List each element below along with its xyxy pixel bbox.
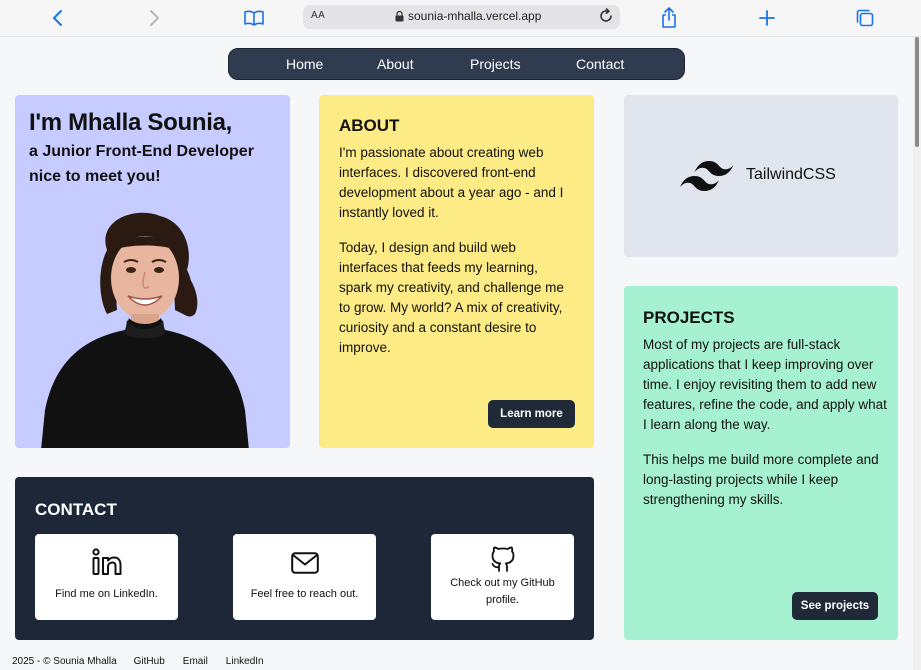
footer-copyright: 2025 - © Sounia Mhalla: [12, 656, 117, 667]
footer-link-linkedin[interactable]: LinkedIn: [226, 656, 264, 667]
contact-card: CONTACT Find me on LinkedIn. Feel free t…: [15, 477, 594, 640]
github-icon: [431, 545, 574, 573]
url-text: sounia-mhalla.vercel.app: [395, 9, 541, 23]
learn-more-button[interactable]: Learn more: [488, 400, 575, 428]
url-label: sounia-mhalla.vercel.app: [408, 9, 542, 23]
hero-card: I'm Mhalla Sounia, a Junior Front-End De…: [15, 95, 290, 448]
page-footer: 2025 - © Sounia Mhalla GitHub Email Link…: [12, 656, 264, 667]
linkedin-icon: [35, 548, 178, 576]
nav-item-home[interactable]: Home: [286, 56, 323, 72]
tech-card: TailwindCSS: [624, 95, 898, 257]
contact-tile-github[interactable]: Check out my GitHub profile.: [431, 534, 574, 620]
lock-icon: [395, 10, 404, 21]
hero-title: I'm Mhalla Sounia,: [29, 109, 233, 136]
contact-heading: CONTACT: [35, 500, 117, 519]
tabs-overview-icon[interactable]: [855, 6, 875, 30]
about-paragraph-1: I'm passionate about creating web interf…: [339, 145, 564, 220]
new-tab-plus-icon[interactable]: [757, 6, 777, 30]
contact-tile-github-text: Check out my GitHub profile.: [450, 577, 555, 606]
footer-link-email[interactable]: Email: [183, 656, 208, 667]
bookmarks-book-icon[interactable]: [243, 6, 265, 30]
about-paragraph-2: Today, I design and build web interfaces…: [339, 240, 564, 355]
page-scrollbar[interactable]: [913, 37, 921, 670]
nav-item-about[interactable]: About: [377, 56, 414, 72]
projects-paragraph-1: Most of my projects are full-stack appli…: [643, 337, 887, 432]
scrollbar-thumb[interactable]: [915, 37, 919, 147]
contact-tile-email-text: Feel free to reach out.: [250, 588, 359, 600]
mail-icon: [233, 552, 376, 574]
main-nav: Home About Projects Contact: [228, 48, 685, 80]
share-icon[interactable]: [659, 6, 679, 30]
reload-icon[interactable]: [598, 8, 614, 29]
projects-paragraph-2: This helps me build more complete and lo…: [643, 452, 879, 507]
hero-subtitle: a Junior Front-End Developer nice to mee…: [29, 143, 254, 185]
back-icon[interactable]: [48, 6, 66, 30]
contact-tile-email[interactable]: Feel free to reach out.: [233, 534, 376, 620]
browser-toolbar: AA sounia-mhalla.vercel.app: [0, 0, 921, 37]
contact-tile-linkedin[interactable]: Find me on LinkedIn.: [35, 534, 178, 620]
nav-item-contact[interactable]: Contact: [576, 56, 624, 72]
projects-card: PROJECTS Most of my projects are full-st…: [624, 286, 898, 640]
see-projects-button[interactable]: See projects: [792, 592, 878, 620]
reader-mode-label[interactable]: AA: [311, 10, 325, 21]
about-card: ABOUT I'm passionate about creating web …: [319, 95, 594, 448]
forward-icon[interactable]: [146, 6, 164, 30]
contact-tile-linkedin-text: Find me on LinkedIn.: [55, 588, 158, 600]
nav-item-projects[interactable]: Projects: [470, 56, 521, 72]
tailwind-logo-icon: [680, 161, 734, 191]
about-heading: ABOUT: [339, 116, 400, 135]
footer-link-github[interactable]: GitHub: [134, 656, 165, 667]
address-bar[interactable]: AA sounia-mhalla.vercel.app: [303, 5, 620, 29]
projects-heading: PROJECTS: [643, 308, 735, 327]
tech-label: TailwindCSS: [746, 166, 836, 183]
profile-photo: [41, 212, 249, 448]
